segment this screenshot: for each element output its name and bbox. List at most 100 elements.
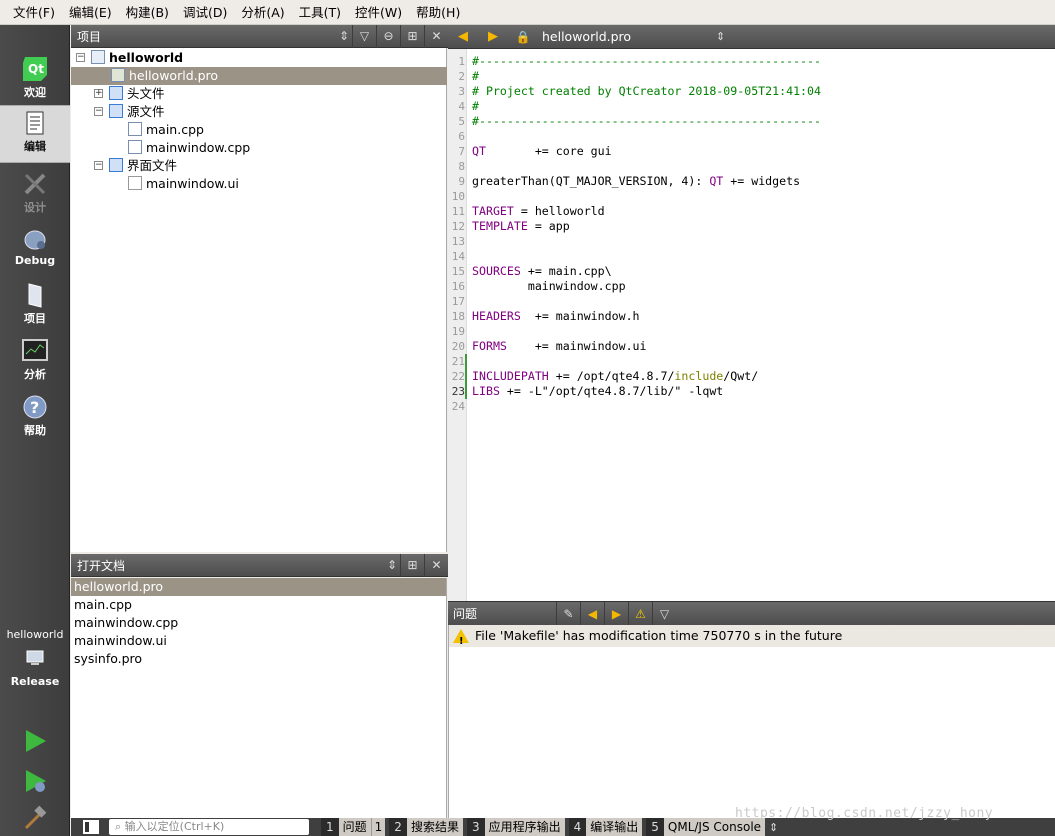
expand-icon[interactable]: + <box>94 89 103 98</box>
menu-edit[interactable]: 编辑(E) <box>62 0 119 25</box>
output-tab-app-output[interactable]: 3 应用程序输出 <box>466 818 565 836</box>
tree-folder-sources[interactable]: 源文件 <box>109 103 165 121</box>
tree-item-source[interactable]: mainwindow.cpp <box>128 139 250 157</box>
project-panel-header: 项目 ⇕ ▽ ⊖ ⊞ ✕ <box>71 24 448 48</box>
more-tabs-arrows-icon[interactable]: ⇕ <box>769 821 778 834</box>
warning-filter-icon[interactable]: ⚠ <box>628 602 652 625</box>
menu-build[interactable]: 构建(B) <box>119 0 176 25</box>
menu-help[interactable]: 帮助(H) <box>409 0 467 25</box>
tree-item-source-label: main.cpp <box>146 122 204 137</box>
output-tab-issues[interactable]: 1 问题 1 <box>321 818 386 836</box>
line-number: 1 <box>458 55 465 68</box>
collapse-icon[interactable]: − <box>94 161 103 170</box>
line-number: 16 <box>451 280 465 293</box>
line-number: 13 <box>451 235 465 248</box>
code-line[interactable]: greaterThan(QT_MAJOR_VERSION, 4): QT += … <box>472 174 800 189</box>
mode-projects[interactable]: 项目 <box>0 278 70 333</box>
open-doc-item[interactable]: mainwindow.ui <box>71 632 446 650</box>
mode-debug[interactable]: Debug <box>0 222 70 277</box>
tab-label: 搜索结果 <box>406 818 463 836</box>
open-doc-item[interactable]: sysinfo.pro <box>71 650 446 668</box>
tree-item-form[interactable]: mainwindow.ui <box>128 175 239 193</box>
code-line[interactable]: mainwindow.cpp <box>472 279 626 294</box>
code-line[interactable]: #---------------------------------------… <box>472 114 821 129</box>
open-doc-item[interactable]: main.cpp <box>71 596 446 614</box>
back-arrow-icon[interactable]: ◀ <box>448 29 478 44</box>
split-icon[interactable]: ⊞ <box>400 24 424 48</box>
panel-select-arrows-icon[interactable]: ⇕ <box>384 554 400 577</box>
filter-icon[interactable]: ▽ <box>352 24 376 48</box>
code-line[interactable]: # <box>472 69 479 84</box>
collapse-icon[interactable]: − <box>94 107 103 116</box>
mode-debug-label: Debug <box>14 254 56 267</box>
toggle-sidebar-icon[interactable] <box>83 820 99 834</box>
code-line[interactable]: TEMPLATE = app <box>472 219 570 234</box>
output-tab-compile[interactable]: 4 编译输出 <box>568 818 643 836</box>
tree-root-project[interactable]: helloworld <box>91 49 183 67</box>
panel-select-arrows-icon[interactable]: ⇕ <box>336 25 352 48</box>
close-icon[interactable]: ✕ <box>424 553 448 577</box>
build-hammer-icon[interactable] <box>22 805 48 831</box>
line-number: 11 <box>451 205 465 218</box>
project-panel-title: 项目 <box>77 29 102 44</box>
tree-item-source-label: mainwindow.cpp <box>146 140 251 155</box>
kit-selector[interactable]: helloworld Release <box>0 625 70 688</box>
mode-design[interactable]: 设计 <box>0 167 70 222</box>
tree-folder-forms[interactable]: 界面文件 <box>109 157 177 175</box>
code-line[interactable]: QT += core gui <box>472 144 612 159</box>
menu-bar: 文件(F) 编辑(E) 构建(B) 调试(D) 分析(A) 工具(T) 控件(W… <box>0 0 1055 25</box>
code-line[interactable]: LIBS += -L"/opt/qte4.8.7/lib/" -lqwt <box>472 384 723 399</box>
mode-analyze[interactable]: 分析 <box>0 334 70 389</box>
editor-file-tab[interactable]: helloworld.pro <box>538 29 716 44</box>
qt-creator-window: 文件(F) 编辑(E) 构建(B) 调试(D) 分析(A) 工具(T) 控件(W… <box>0 0 1055 836</box>
code-editor[interactable]: 1 2 3 4 5 6 7 8 9 10 11 12 13 14 15 16 17 18 19 20 21 22 23 24 … <box>448 49 1055 601</box>
issue-row[interactable]: File 'Makefile' has modification time 75… <box>449 625 1055 653</box>
menu-debug[interactable]: 调试(D) <box>176 0 234 25</box>
clear-issues-icon[interactable]: ✎ <box>556 602 580 625</box>
svg-text:?: ? <box>30 398 39 417</box>
split-icon[interactable]: ⊞ <box>400 553 424 577</box>
menu-tools[interactable]: 工具(T) <box>292 0 348 25</box>
menu-widgets[interactable]: 控件(W) <box>348 0 409 25</box>
menu-analyze[interactable]: 分析(A) <box>234 0 291 25</box>
line-number: 10 <box>451 190 465 203</box>
code-line[interactable]: #---------------------------------------… <box>472 54 821 69</box>
open-docs-header: 打开文档 ⇕ ⊞ ✕ <box>71 553 448 577</box>
menu-file[interactable]: 文件(F) <box>6 0 62 25</box>
close-icon[interactable]: ✕ <box>424 24 448 48</box>
collapse-icon[interactable]: − <box>76 53 85 62</box>
warning-icon <box>453 629 469 653</box>
code-line[interactable]: HEADERS += mainwindow.h <box>472 309 640 324</box>
pro-file-icon <box>111 68 125 82</box>
sync-link-icon[interactable]: ⊖ <box>376 24 400 48</box>
open-doc-item[interactable]: helloworld.pro <box>71 578 446 596</box>
open-doc-item[interactable]: mainwindow.cpp <box>71 614 446 632</box>
forward-arrow-icon[interactable]: ▶ <box>478 29 508 44</box>
code-line[interactable]: # Project created by QtCreator 2018-09-0… <box>472 84 821 99</box>
file-select-arrows-icon[interactable]: ⇕ <box>716 30 730 43</box>
code-line[interactable]: FORMS += mainwindow.ui <box>472 339 647 354</box>
run-icon[interactable] <box>22 728 48 754</box>
code-line[interactable]: INCLUDEPATH += /opt/qte4.8.7/include/Qwt… <box>472 369 758 384</box>
prev-issue-icon[interactable]: ◀ <box>580 602 604 625</box>
output-tab-search[interactable]: 2 搜索结果 <box>389 818 463 836</box>
line-number: 8 <box>458 160 465 173</box>
line-number: 19 <box>451 325 465 338</box>
debug-run-icon[interactable] <box>22 768 48 794</box>
mode-welcome[interactable]: Qt 欢迎 <box>0 52 70 107</box>
debug-bug-icon <box>21 225 49 253</box>
code-line[interactable]: SOURCES += main.cpp\ <box>472 264 612 279</box>
code-line[interactable]: # <box>472 99 479 114</box>
mode-help[interactable]: ? 帮助 <box>0 390 70 445</box>
code-line[interactable]: TARGET = helloworld <box>472 204 605 219</box>
tree-item-pro-file[interactable]: helloworld.pro <box>71 67 447 85</box>
filter-icon[interactable]: ▽ <box>652 602 676 625</box>
next-issue-icon[interactable]: ▶ <box>604 602 628 625</box>
tree-item-source[interactable]: main.cpp <box>128 121 204 139</box>
line-number: 20 <box>451 340 465 353</box>
tree-folder-headers[interactable]: 头文件 <box>109 85 165 103</box>
watermark-text: https://blog.csdn.net/jzzy_hony <box>735 806 994 821</box>
locator-input[interactable]: ⌕ 输入以定位(Ctrl+K) <box>109 819 309 835</box>
tab-label: 问题 <box>338 818 371 836</box>
mode-edit[interactable]: 编辑 <box>0 105 70 163</box>
